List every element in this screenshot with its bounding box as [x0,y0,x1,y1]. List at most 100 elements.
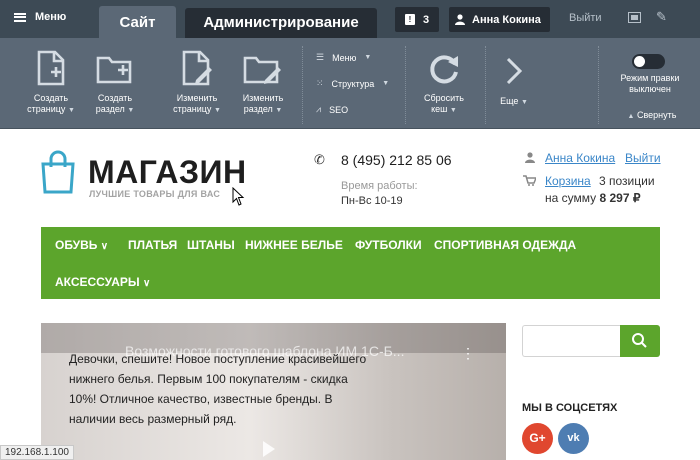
edit-section-icon [243,56,281,84]
logo-subtitle: ЛУЧШИЕ ТОВАРЫ ДЛЯ ВАС [89,189,221,199]
shopping-bag-icon [41,150,75,194]
search-icon [632,333,647,348]
grid-icon: ⁙ [316,78,324,88]
google-plus-icon[interactable]: G+ [522,423,553,454]
chevron-down-icon: ▼ [275,107,283,114]
more-vertical-icon[interactable]: ⋮ [461,345,475,362]
edit-mode-line1: Режим правки [620,73,680,83]
promo-text: Девочки, спешите! Новое поступление крас… [69,352,367,426]
user-icon [525,152,535,163]
seo-label: SEO [329,104,349,115]
nav-item-pants[interactable]: ШТАНЫ [187,238,235,252]
chevron-right-icon [506,57,523,85]
nav-item-label: ОБУВЬ [55,238,98,252]
nav-item-accessories[interactable]: АКСЕССУАРЫ ∨ [55,275,150,289]
clear-cache-line1: Сбросить [423,93,464,103]
edit-page-icon [182,50,212,86]
edit-page-button[interactable]: Изменить страницу ▼ [167,50,227,116]
phone-number[interactable]: 8 (495) 212 85 06 [341,152,452,168]
user-icon [455,14,465,25]
nav-item-sportswear[interactable]: СПОРТИВНАЯ ОДЕЖДА [434,238,576,252]
refresh-icon [430,55,458,84]
chevron-down-icon: ▼ [364,54,372,61]
logout-link[interactable]: Выйти [625,151,661,165]
create-page-button[interactable]: Создать страницу ▼ [24,50,78,116]
logo-title[interactable]: МАГАЗИН [88,154,247,191]
cart-count: 3 позиции [599,174,655,188]
create-section-icon [96,56,132,84]
notifications-button[interactable]: ! 3 [395,7,439,32]
admin-menu-button[interactable]: Меню [14,11,66,23]
admin-menu-label: Меню [35,11,67,23]
create-page-line1: Создать [33,93,69,103]
create-section-line2: раздел [95,104,125,114]
create-section-button[interactable]: Создать раздел ▼ [88,50,142,116]
panel-divider [302,46,303,124]
admin-exit-link[interactable]: Выйти [569,12,602,24]
edit-mode-label: Режим правки выключен [608,73,692,95]
chevron-down-icon: ▼ [449,107,457,114]
panel-divider [485,46,486,124]
browser-status-url: 192.168.1.100 [0,445,74,460]
search-input[interactable] [522,325,621,357]
admin-user-button[interactable]: Анна Кокина [449,7,550,32]
clear-cache-button[interactable]: Сбросить кеш ▼ [412,50,476,116]
edit-page-line1: Изменить [176,93,218,103]
mouse-cursor-icon [232,187,245,206]
vk-icon[interactable]: vk [558,423,589,454]
chevron-up-icon: ▲ [627,113,635,120]
chevron-down-icon: ▼ [127,107,135,114]
create-page-icon [37,50,65,86]
edit-mode-line2: выключен [629,84,671,94]
tab-administration[interactable]: Администрирование [185,8,377,38]
admin-user-name: Анна Кокина [472,13,541,26]
nav-item-label: АКСЕССУАРЫ [55,275,140,289]
panel-divider [598,46,599,124]
phone-icon: ✆ [314,152,325,167]
account-link[interactable]: Анна Кокина [545,151,615,165]
edit-page-line2: страницу [173,104,212,114]
panel-divider [405,46,406,124]
structure-dropdown-button[interactable]: ⁙ Структура ▼ [316,78,389,89]
search-button[interactable] [620,325,660,357]
social-title: МЫ В СОЦСЕТЯХ [522,402,618,414]
more-button[interactable]: Еще ▼ [492,56,536,108]
create-page-line2: страницу [27,104,66,114]
chevron-down-icon: ∨ [100,241,109,252]
pin-icon[interactable]: ✎ [656,9,667,25]
cart-sum: на сумму 8 297 ₽ [545,191,640,205]
seo-button[interactable]: ⩘ SEO [316,104,348,115]
chevron-down-icon: ▼ [520,99,528,106]
cart-sum-label: на сумму [545,191,597,205]
promo-slider[interactable]: Возможности готового шаблона ИМ 1С-Б... … [41,323,506,460]
chevron-down-icon: ▼ [67,107,75,114]
chevron-down-icon: ∨ [143,278,151,289]
list-icon: ☰ [316,52,325,62]
edit-mode-toggle[interactable] [632,54,665,69]
play-icon[interactable] [263,441,275,457]
menu-dropdown-label: Меню [332,52,357,63]
notification-icon: ! [404,14,415,25]
notifications-count: 3 [422,13,430,26]
hamburger-icon [14,12,26,22]
hours-label: Время работы: [341,180,418,192]
collapse-label: Свернуть [636,110,677,120]
chart-icon: ⩘ [316,104,322,114]
nav-item-tshirts[interactable]: ФУТБОЛКИ [355,238,422,252]
create-section-line1: Создать [97,93,133,103]
cart-sum-value: 8 297 ₽ [599,191,641,205]
clear-cache-line2: кеш [431,104,448,114]
nav-item-underwear[interactable]: НИЖНЕЕ БЕЛЬЕ [245,238,343,252]
structure-dropdown-label: Структура [331,78,375,89]
edit-section-button[interactable]: Изменить раздел ▼ [233,50,293,116]
more-label: Еще [500,96,519,106]
tab-site[interactable]: Сайт [99,6,176,39]
chevron-down-icon: ▼ [382,80,390,87]
monitor-icon[interactable] [628,12,641,23]
nav-item-shoes[interactable]: ОБУВЬ ∨ [55,238,108,252]
collapse-button[interactable]: ▲ Свернуть [612,110,692,122]
nav-item-dresses[interactable]: ПЛАТЬЯ [128,238,177,252]
menu-dropdown-button[interactable]: ☰ Меню ▼ [316,52,371,63]
edit-section-line2: раздел [243,104,273,114]
cart-link[interactable]: Корзина [545,174,591,188]
